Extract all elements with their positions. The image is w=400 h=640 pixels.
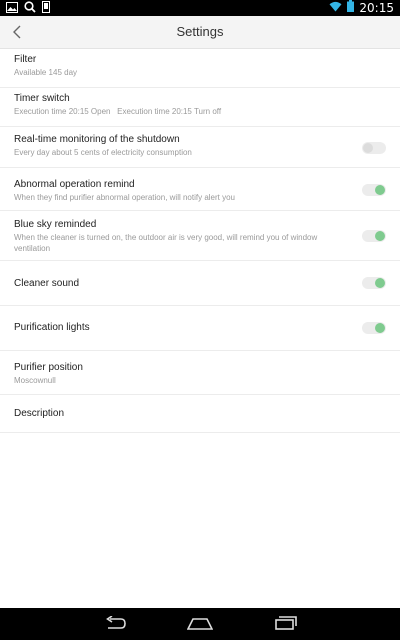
setting-title: Purification lights [14, 322, 90, 333]
setting-title: Cleaner sound [14, 278, 80, 289]
toggle-purification-lights[interactable] [362, 322, 386, 334]
setting-title: Filter [14, 54, 37, 65]
setting-row-realtime-monitoring[interactable]: Real-time monitoring of the shutdown Eve… [0, 127, 400, 168]
toggle-blue-sky[interactable] [362, 230, 386, 242]
search-icon [24, 1, 36, 13]
setting-title: Blue sky reminded [14, 219, 97, 230]
toggle-cleaner-sound[interactable] [362, 277, 386, 289]
setting-title: Timer switch [14, 93, 70, 104]
home-icon[interactable] [186, 617, 214, 635]
app-header: Settings [0, 16, 400, 49]
toggle-knob [375, 185, 385, 195]
status-bar: 20:15 [0, 0, 400, 16]
settings-list: Filter Available 145 day Timer switch Ex… [0, 49, 400, 433]
setting-title: Abnormal operation remind [14, 179, 135, 190]
setting-row-abnormal-operation[interactable]: Abnormal operation remind When they find… [0, 168, 400, 211]
setting-subtitle: Execution time 20:15 Open Execution time… [14, 107, 222, 116]
toggle-knob [363, 143, 373, 153]
back-icon[interactable] [104, 615, 126, 635]
setting-subtitle: Available 145 day [14, 68, 78, 77]
recent-apps-icon[interactable] [275, 616, 297, 635]
phone-icon [42, 1, 50, 13]
setting-subtitle: Every day about 5 cents of electricity c… [14, 148, 192, 157]
setting-row-timer-switch[interactable]: Timer switch Execution time 20:15 Open E… [0, 88, 400, 127]
setting-subtitle: When they find purifier abnormal operati… [14, 193, 235, 202]
wifi-icon [329, 0, 342, 17]
setting-title: Purifier position [14, 362, 83, 373]
setting-row-purifier-position[interactable]: Purifier position Moscownull [0, 351, 400, 395]
toggle-knob [375, 278, 385, 288]
setting-row-filter[interactable]: Filter Available 145 day [0, 49, 400, 88]
toggle-knob [375, 323, 385, 333]
setting-row-cleaner-sound[interactable]: Cleaner sound [0, 261, 400, 306]
system-nav-bar [0, 608, 400, 640]
setting-title: Description [14, 408, 65, 419]
setting-title: Real-time monitoring of the shutdown [14, 134, 180, 145]
toggle-realtime-monitoring[interactable] [362, 142, 386, 154]
setting-row-blue-sky[interactable]: Blue sky reminded When the cleaner is tu… [0, 211, 400, 261]
gallery-icon [6, 1, 18, 13]
battery-icon [347, 0, 355, 17]
page-title: Settings [176, 24, 224, 39]
toggle-knob [375, 231, 385, 241]
status-clock: 20:15 [359, 1, 394, 15]
setting-subtitle: When the cleaner is turned on, the outdo… [14, 233, 318, 253]
setting-subtitle: Moscownull [14, 376, 56, 385]
toggle-abnormal-operation[interactable] [362, 184, 386, 196]
setting-row-description[interactable]: Description [0, 395, 400, 433]
setting-row-purification-lights[interactable]: Purification lights [0, 306, 400, 351]
